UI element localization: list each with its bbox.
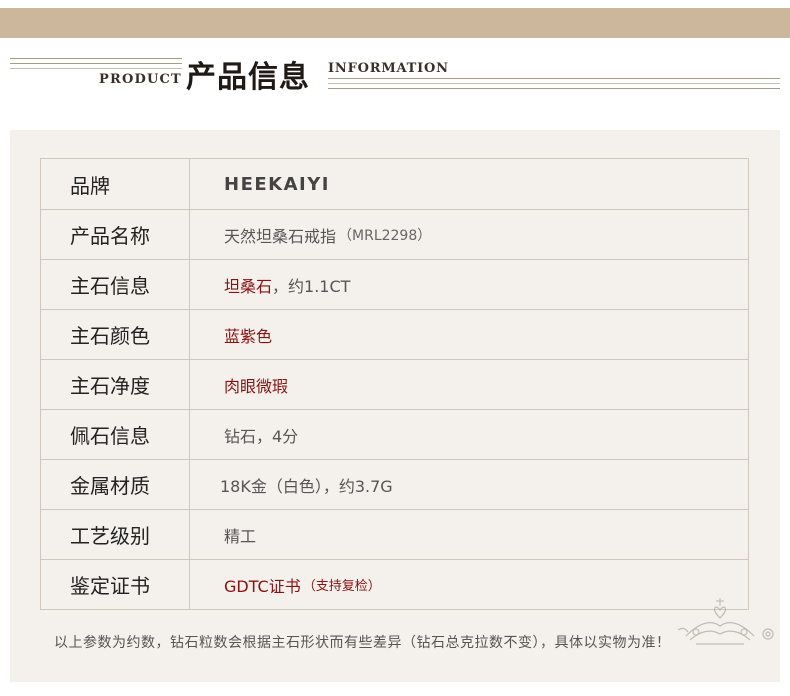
main-stone-name: 坦桑石 bbox=[224, 276, 273, 296]
header-rule-left bbox=[10, 58, 182, 59]
spec-label-certificate: 鉴定证书 bbox=[41, 560, 190, 609]
spec-value-stone-clarity: 肉眼微瑕 bbox=[224, 376, 289, 396]
table-row: 工艺级别 精工 bbox=[41, 509, 748, 559]
spec-value-brand: HEEKAIYI bbox=[224, 173, 330, 195]
disclaimer-footnote: 以上参数为约数，钻石粒数会根据主石形状而有些差异（钻石总克拉数不变），具体以实物… bbox=[54, 635, 671, 651]
spec-value-metal: 18K金（白色），约3.7G bbox=[220, 476, 393, 496]
crown-heart-watermark-icon bbox=[677, 598, 774, 645]
header-rule-left bbox=[10, 63, 182, 64]
spec-value-certificate: GDTC证书 （支持复检） bbox=[190, 560, 748, 609]
table-row: 品牌 HEEKAIYI bbox=[41, 159, 748, 209]
header-information-label: INFORMATION bbox=[328, 61, 449, 76]
spec-label-craft: 工艺级别 bbox=[41, 510, 190, 559]
page-title: 产品信息 bbox=[186, 60, 310, 95]
table-row: 金属材质 18K金（白色），约3.7G bbox=[41, 459, 748, 509]
spec-table: 品牌 HEEKAIYI 产品名称 天然坦桑石戒指 （MRL2298） 主石信息 坦… bbox=[40, 158, 749, 610]
header-product-label: PRODUCT bbox=[99, 72, 182, 87]
spec-label-product-name: 产品名称 bbox=[41, 210, 190, 259]
section-header: PRODUCT 产品信息 INFORMATION bbox=[0, 38, 790, 110]
table-row: 主石净度 肉眼微瑕 bbox=[41, 359, 748, 409]
spec-value-side-stone: 钻石，4分 bbox=[224, 426, 299, 446]
spec-label-stone-color: 主石颜色 bbox=[41, 310, 190, 359]
certificate-name: GDTC证书 bbox=[224, 576, 301, 596]
header-rule-right bbox=[328, 83, 780, 84]
spec-value-stone-color: 蓝紫色 bbox=[224, 326, 273, 346]
spec-label-stone-clarity: 主石净度 bbox=[41, 360, 190, 409]
spec-value-craft: 精工 bbox=[224, 526, 257, 546]
certificate-note: （支持复检） bbox=[302, 579, 381, 594]
header-rule-right bbox=[328, 88, 780, 89]
table-row: 鉴定证书 GDTC证书 （支持复检） bbox=[41, 559, 748, 609]
spec-label-brand: 品牌 bbox=[41, 159, 190, 209]
table-row: 主石颜色 蓝紫色 bbox=[41, 309, 748, 359]
product-model-text: （MRL2298） bbox=[338, 227, 432, 244]
main-stone-weight: ，约1.1CT bbox=[272, 276, 351, 296]
table-row: 主石信息 坦桑石 ，约1.1CT bbox=[41, 259, 748, 309]
spec-value-product-name: 天然坦桑石戒指 （MRL2298） bbox=[190, 210, 748, 259]
table-row: 产品名称 天然坦桑石戒指 （MRL2298） bbox=[41, 209, 748, 259]
header-rule-left bbox=[10, 68, 182, 69]
top-decorative-band bbox=[0, 8, 790, 38]
header-rule-right bbox=[328, 78, 780, 79]
table-row: 佩石信息 钻石，4分 bbox=[41, 409, 748, 459]
spec-label-metal: 金属材质 bbox=[41, 460, 190, 509]
product-name-text: 天然坦桑石戒指 bbox=[224, 226, 337, 246]
spec-label-main-stone: 主石信息 bbox=[41, 260, 190, 309]
spec-value-main-stone: 坦桑石 ，约1.1CT bbox=[190, 260, 748, 309]
spec-label-side-stone: 佩石信息 bbox=[41, 410, 190, 459]
